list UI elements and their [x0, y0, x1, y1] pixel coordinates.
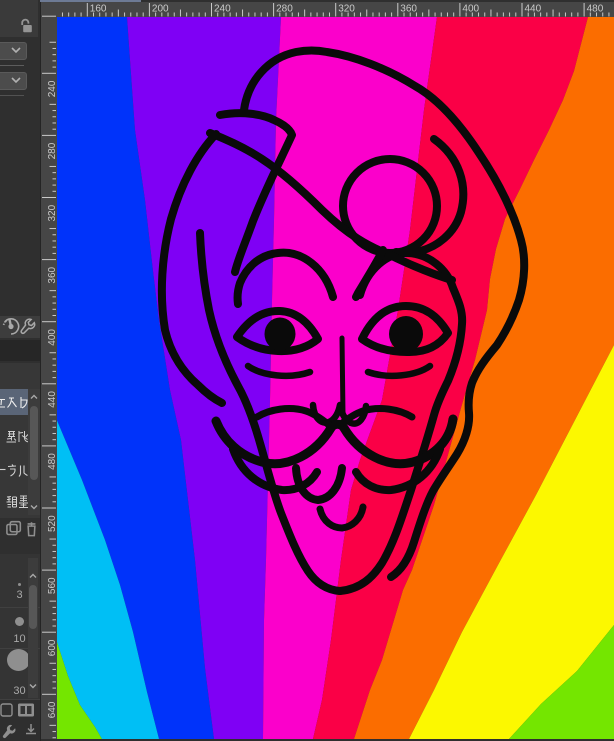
- svg-text:400: 400: [462, 4, 479, 15]
- svg-text:440: 440: [47, 391, 57, 408]
- svg-text:200: 200: [152, 4, 169, 15]
- svg-text:520: 520: [47, 515, 57, 532]
- svg-text:600: 600: [47, 639, 57, 656]
- svg-text:440: 440: [525, 4, 542, 15]
- svg-text:240: 240: [214, 4, 231, 15]
- svg-text:320: 320: [47, 204, 57, 221]
- svg-text:320: 320: [338, 4, 355, 15]
- svg-text:360: 360: [47, 266, 57, 283]
- svg-text:160: 160: [90, 4, 107, 15]
- svg-text:640: 640: [47, 701, 57, 718]
- svg-text:400: 400: [47, 329, 57, 346]
- svg-text:560: 560: [47, 577, 57, 594]
- svg-text:480: 480: [587, 4, 604, 15]
- svg-text:280: 280: [276, 4, 293, 15]
- svg-text:240: 240: [47, 80, 57, 97]
- svg-text:280: 280: [47, 142, 57, 159]
- svg-text:480: 480: [47, 453, 57, 470]
- svg-text:360: 360: [400, 4, 417, 15]
